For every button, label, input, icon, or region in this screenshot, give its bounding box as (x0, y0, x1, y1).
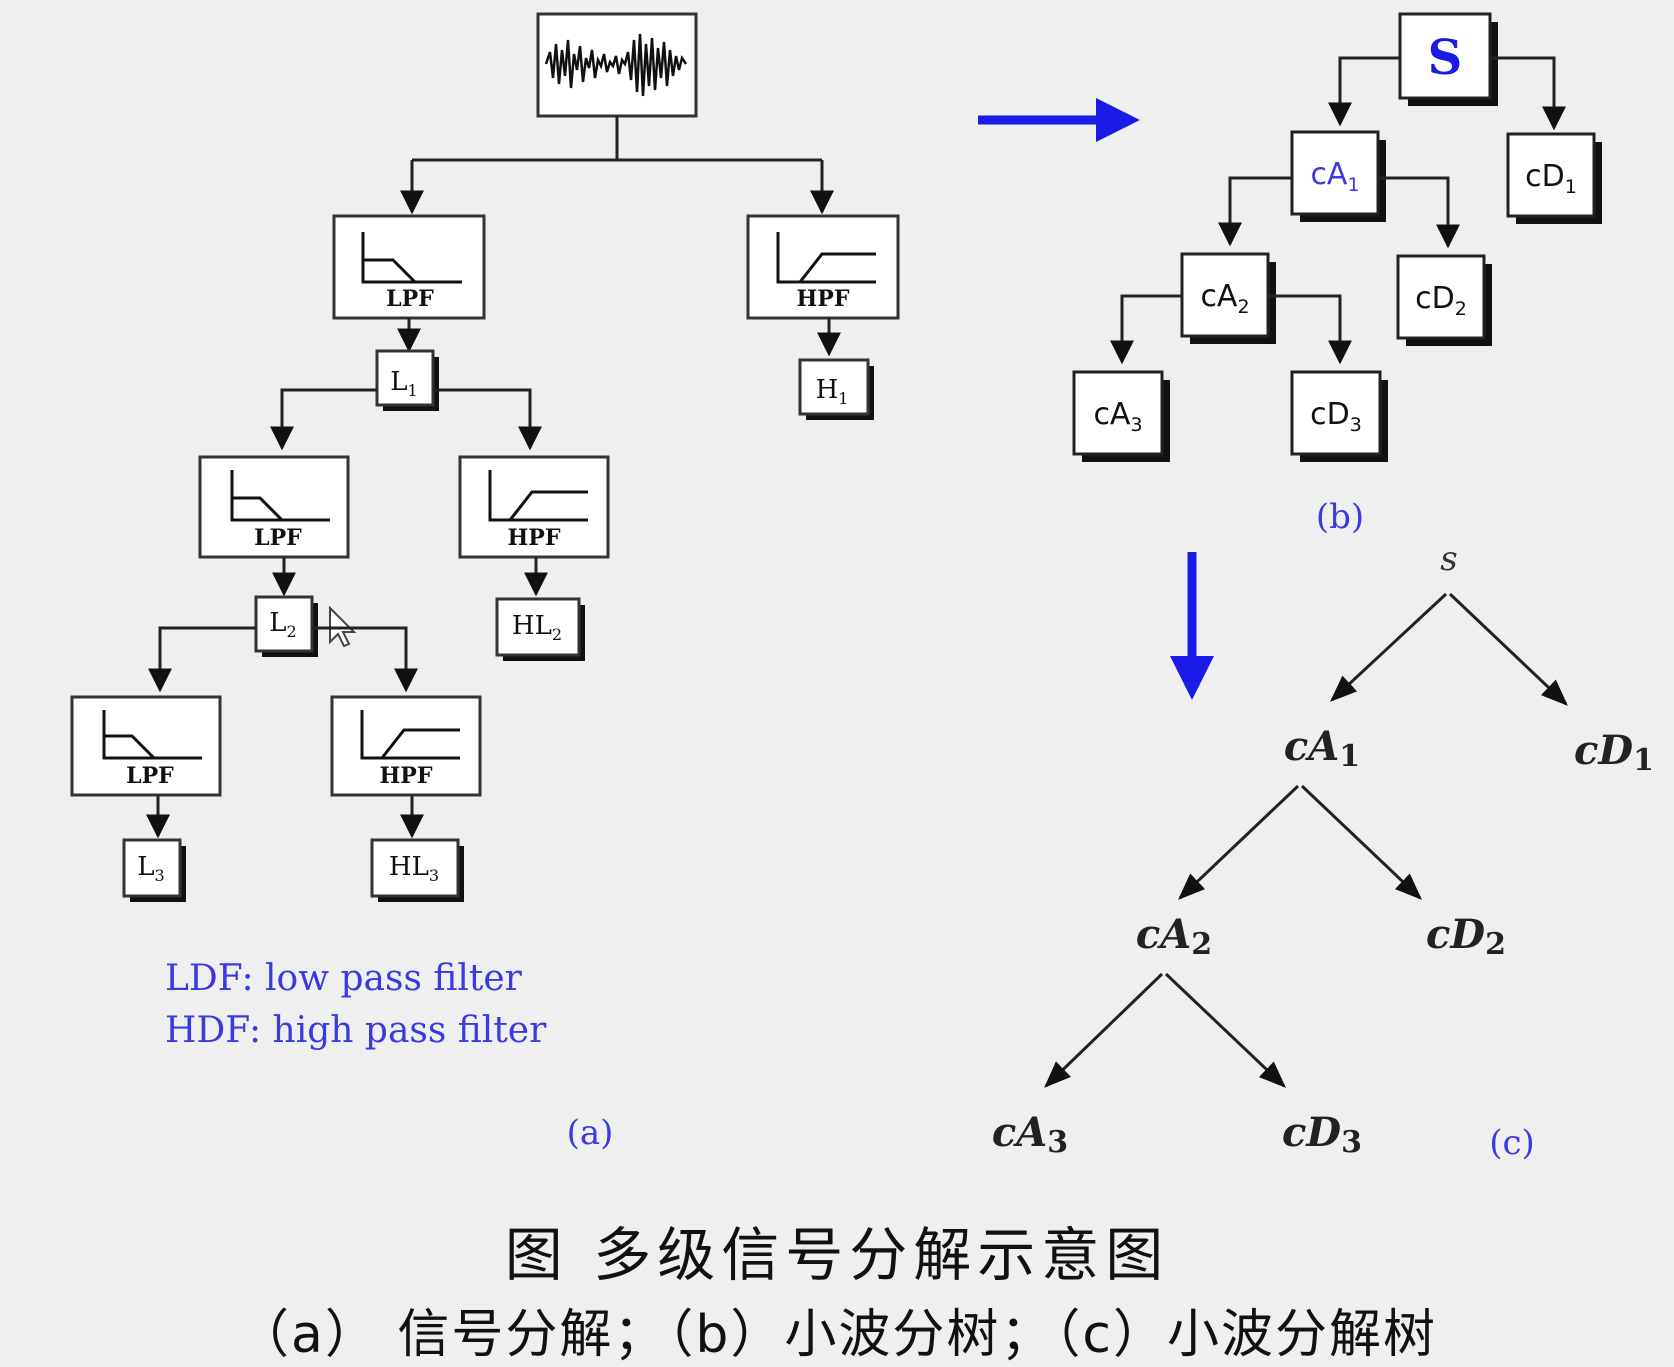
node-L3-base: L (137, 852, 154, 882)
node-b-cD2: cD2 (1396, 254, 1492, 346)
node-b-cA2: cA2 (1180, 252, 1276, 344)
node-HL3-sub: 3 (429, 866, 439, 885)
node-c-cA3-base: cA (992, 1109, 1047, 1156)
down-arrow-icon (1170, 552, 1214, 700)
node-H1-base: H (816, 375, 839, 405)
node-b-cD2-sub: 2 (1455, 298, 1467, 320)
node-HL2-base: HL (512, 611, 552, 641)
legend-hpf: HDF: high pass filter (165, 1010, 547, 1051)
node-b-cD3-base: cD (1310, 397, 1350, 432)
node-b-cA2-base: cA (1200, 279, 1237, 314)
node-L1-base: L (390, 367, 407, 397)
node-b-cA1: cA1 (1290, 130, 1386, 222)
hpf-label: HPF (508, 525, 561, 551)
lpf-box-level2: LPF (198, 455, 350, 559)
panel-c-wavelet-decomposition-tree: s cA1 cD1 cA2 cD2 cA3 cD3 (c) (992, 539, 1654, 1163)
svg-text:cD1: cD1 (1574, 727, 1654, 778)
node-b-cA3-sub: 3 (1130, 414, 1142, 436)
node-L2: L2 (254, 595, 318, 657)
legend-lpf: LDF: low pass filter (165, 958, 522, 999)
node-c-cA1-sub: 1 (1339, 739, 1360, 774)
wavelet-decomposition-diagram: LPF HPF L1 H1 LPF HPF L2 HL2 LPF HPF L3 … (70, 12, 1654, 1163)
lpf-box-level1: LPF (332, 214, 486, 320)
right-arrow-icon (978, 98, 1140, 142)
node-b-cA1-sub: 1 (1347, 174, 1359, 196)
panel-b-wavelet-tree: S cA1 cD1 cA2 cD2 cA3 cD3 (b) (1072, 12, 1602, 537)
node-S-label: S (1428, 30, 1463, 86)
figure-title: 图 多级信号分解示意图 (504, 1221, 1170, 1289)
node-b-cA2-sub: 2 (1237, 296, 1249, 318)
svg-text:cD2: cD2 (1426, 911, 1506, 962)
svg-text:cA1: cA1 (1284, 723, 1360, 774)
node-c-cA1-base: cA (1284, 723, 1339, 770)
input-signal-box (536, 12, 698, 118)
node-HL3-base: HL (389, 852, 429, 882)
node-b-cD1: cD1 (1506, 132, 1602, 224)
node-c-cD3-base: cD (1282, 1109, 1341, 1156)
node-H1: H1 (798, 358, 874, 420)
node-c-cD3-sub: 3 (1341, 1125, 1362, 1160)
node-c-cD1-sub: 1 (1633, 743, 1654, 778)
node-HL2-sub: 2 (552, 625, 562, 644)
node-b-cA3: cA3 (1072, 370, 1170, 462)
node-c-s: s (1440, 539, 1457, 579)
node-b-cD3: cD3 (1290, 370, 1388, 462)
node-L3-sub: 3 (155, 866, 165, 885)
node-b-cA3-base: cA (1093, 397, 1130, 432)
node-HL2: HL2 (495, 597, 585, 661)
hpf-box-level3: HPF (330, 695, 482, 797)
node-c-cA3-sub: 3 (1047, 1125, 1068, 1160)
panel-a-label: (a) (567, 1113, 614, 1153)
node-b-cD1-base: cD (1525, 159, 1565, 194)
node-c-cA2-sub: 2 (1191, 927, 1212, 962)
node-HL3: HL3 (370, 838, 464, 902)
node-c-cA2-base: cA (1136, 911, 1191, 958)
lpf-label: LPF (254, 525, 302, 551)
node-L2-sub: 2 (287, 622, 297, 641)
hpf-label: HPF (797, 286, 850, 312)
node-L2-base: L (269, 608, 286, 638)
node-c-cD1-base: cD (1574, 727, 1633, 774)
node-b-cD3-sub: 3 (1350, 414, 1362, 436)
node-H1-sub: 1 (838, 389, 848, 408)
node-c-cD2-sub: 2 (1485, 927, 1506, 962)
svg-text:cD3: cD3 (1282, 1109, 1362, 1160)
hpf-box-level1: HPF (746, 214, 900, 320)
lpf-label: LPF (386, 286, 434, 312)
lpf-box-level3: LPF (70, 695, 222, 797)
node-b-cD2-base: cD (1415, 281, 1455, 316)
figure-subtitle: （a） 信号分解；（b）小波分树；（c）小波分解树 (237, 1305, 1437, 1365)
svg-text:cA2: cA2 (1136, 911, 1212, 962)
node-b-cA1-base: cA (1310, 157, 1347, 192)
hpf-box-level2: HPF (458, 455, 610, 559)
node-b-cD1-sub: 1 (1565, 176, 1577, 198)
node-c-cD2-base: cD (1426, 911, 1485, 958)
node-L1-sub: 1 (408, 381, 418, 400)
hpf-label: HPF (380, 763, 433, 789)
node-S: S (1398, 12, 1498, 106)
panel-c-label: (c) (1489, 1123, 1535, 1163)
node-L1: L1 (375, 349, 439, 411)
svg-text:cA3: cA3 (992, 1109, 1068, 1160)
lpf-label: LPF (126, 763, 174, 789)
node-L3: L3 (122, 838, 186, 902)
panel-b-label: (b) (1316, 497, 1364, 537)
